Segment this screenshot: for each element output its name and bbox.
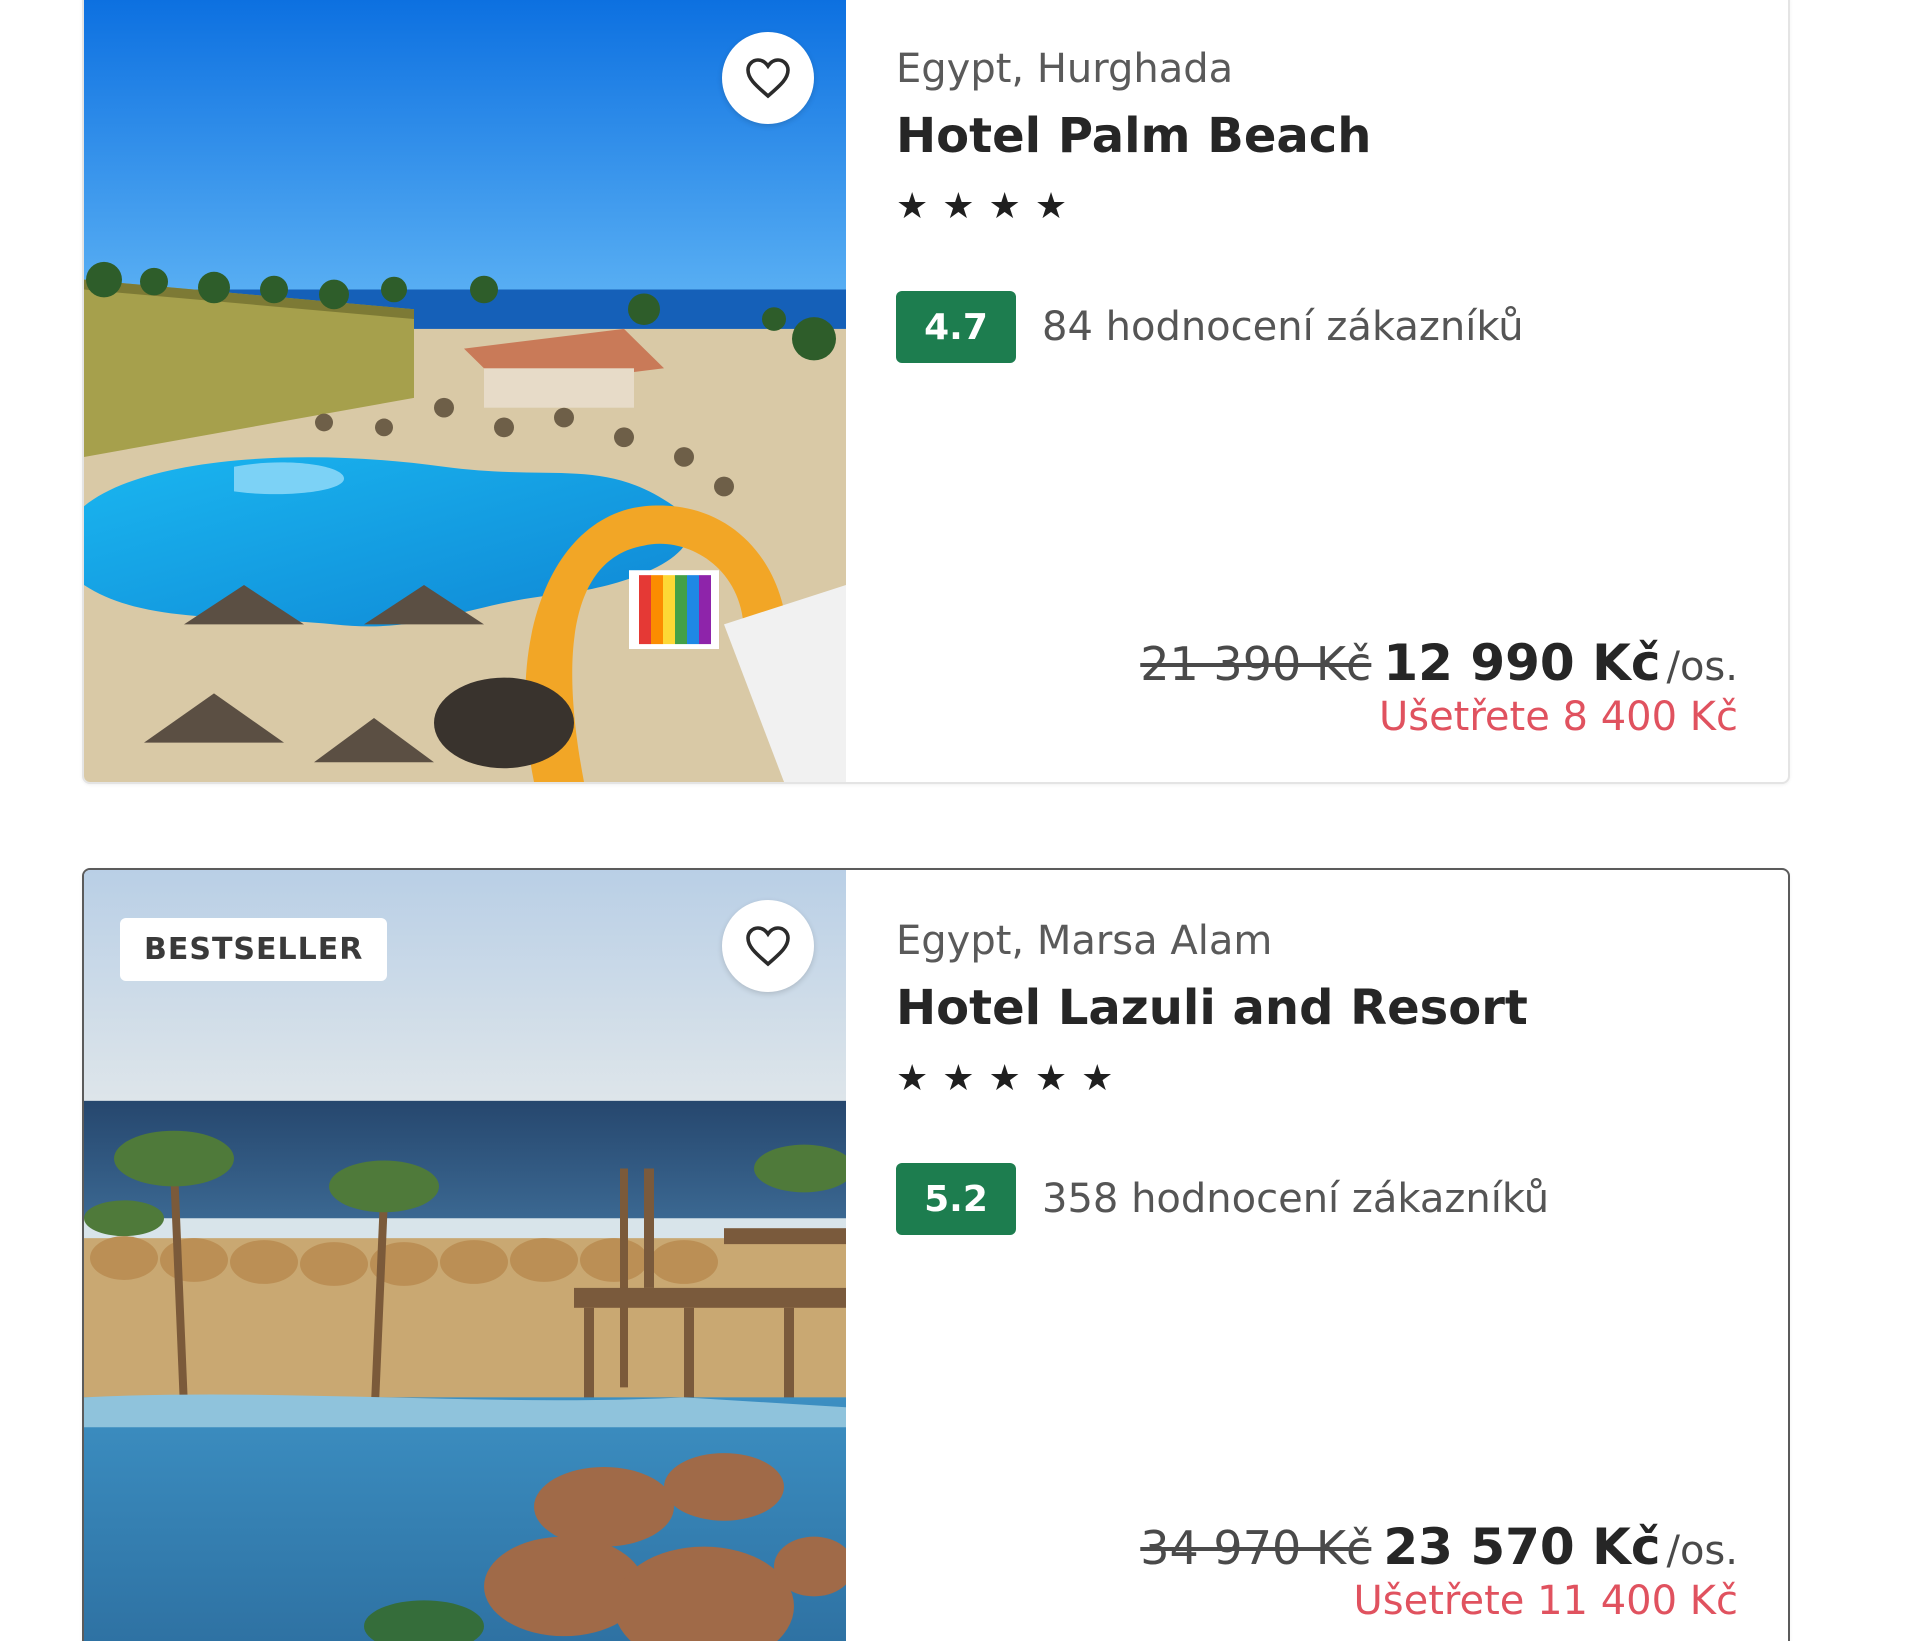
price-block: 21 390 Kč 12 990 Kč/os. Ušetřete 8 400 Kč	[1140, 634, 1738, 740]
review-count[interactable]: 84 hodnocení zákazníků	[1042, 304, 1524, 350]
per-person-label: /os.	[1666, 644, 1738, 690]
bestseller-badge: BESTSELLER	[120, 918, 388, 981]
favorite-button[interactable]	[722, 900, 814, 992]
score-badge: 5.2	[896, 1163, 1016, 1235]
per-person-label: /os.	[1666, 1528, 1738, 1574]
new-price: 12 990 Kč	[1383, 634, 1661, 692]
hotel-name[interactable]: Hotel Palm Beach	[896, 108, 1738, 164]
rating-row: 4.7 84 hodnocení zákazníků	[896, 291, 1738, 363]
price-line: 21 390 Kč 12 990 Kč/os.	[1140, 634, 1738, 692]
hotel-card[interactable]: BESTSELLER Egypt, Marsa Alam Hotel Lazul…	[82, 868, 1790, 1641]
hotel-photo[interactable]	[84, 0, 846, 782]
savings-text: Ušetřete 8 400 Kč	[1378, 694, 1738, 740]
price-block: 34 970 Kč 23 570 Kč/os. Ušetřete 11 400 K…	[1140, 1518, 1738, 1624]
hotel-photo-image	[84, 0, 846, 782]
price-line: 34 970 Kč 23 570 Kč/os.	[1140, 1518, 1738, 1576]
old-price: 34 970 Kč	[1140, 1521, 1372, 1575]
old-price: 21 390 Kč	[1140, 637, 1372, 691]
score-badge: 4.7	[896, 291, 1016, 363]
new-price: 23 570 Kč	[1383, 1518, 1661, 1576]
hotel-name[interactable]: Hotel Lazuli and Resort	[896, 980, 1738, 1036]
hotel-location: Egypt, Marsa Alam	[896, 918, 1273, 964]
review-count[interactable]: 358 hodnocení zákazníků	[1042, 1176, 1549, 1222]
hotel-location: Egypt, Hurghada	[896, 46, 1234, 92]
rating-row: 5.2 358 hodnocení zákazníků	[896, 1163, 1738, 1235]
savings-text: Ušetřete 11 400 Kč	[1353, 1578, 1739, 1624]
hotel-info: Egypt, Hurghada Hotel Palm Beach ★★★★ 4.…	[846, 0, 1788, 782]
heart-outline-icon	[746, 58, 790, 99]
star-rating: ★★★★	[896, 186, 1082, 227]
hotel-photo[interactable]: BESTSELLER	[84, 870, 846, 1641]
hotel-photo-image	[84, 870, 846, 1641]
hotel-info: Egypt, Marsa Alam Hotel Lazuli and Resor…	[846, 870, 1788, 1641]
heart-outline-icon	[746, 926, 790, 967]
favorite-button[interactable]	[722, 32, 814, 124]
results-page: Egypt, Hurghada Hotel Palm Beach ★★★★ 4.…	[0, 0, 1920, 1641]
star-rating: ★★★★★	[896, 1058, 1128, 1099]
hotel-card[interactable]: Egypt, Hurghada Hotel Palm Beach ★★★★ 4.…	[82, 0, 1790, 784]
